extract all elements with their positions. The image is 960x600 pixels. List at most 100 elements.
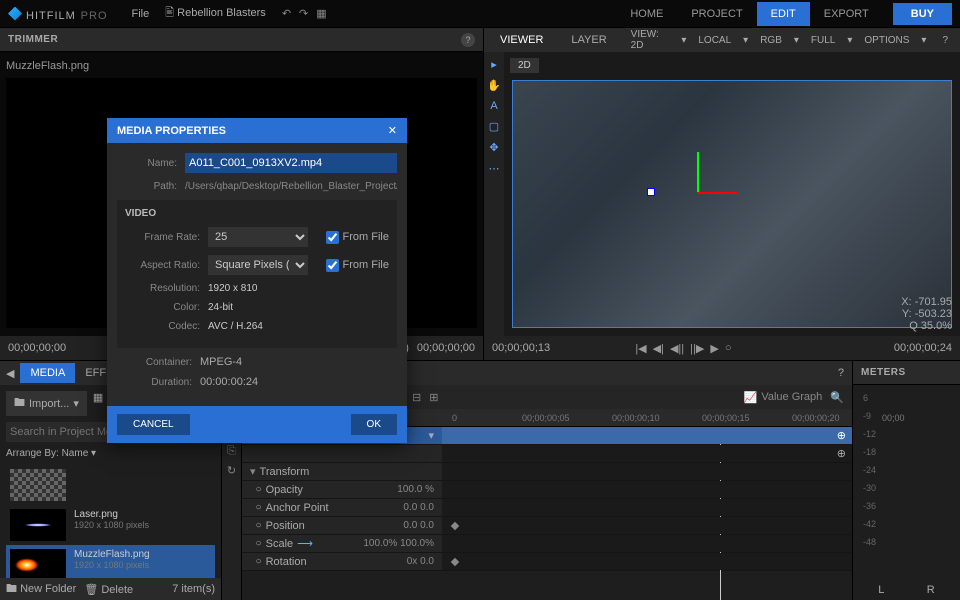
- crop-tool-icon[interactable]: ▢: [489, 120, 499, 133]
- redo-icon[interactable]: ↷: [299, 7, 308, 20]
- search-icon[interactable]: 🔍: [830, 391, 844, 404]
- video-section-title: VIDEO: [125, 208, 389, 219]
- refresh-icon[interactable]: ↻: [227, 464, 236, 477]
- name-label: Name:: [117, 158, 177, 169]
- trimmer-time-left: 00;00;00;00: [8, 342, 66, 354]
- gizmo-y-axis[interactable]: [697, 152, 699, 192]
- media-item[interactable]: Laser.png1920 x 1080 pixels: [6, 505, 215, 545]
- nav-home[interactable]: HOME: [616, 2, 677, 26]
- viewer-coords: X: -701.95 Y: -503.23 Q 35.0%: [901, 296, 952, 332]
- grid-icon[interactable]: ▦: [316, 7, 326, 20]
- media-item[interactable]: [6, 465, 215, 505]
- play-icon[interactable]: ||▶: [690, 342, 704, 355]
- goto-start-icon[interactable]: |◀: [635, 342, 646, 355]
- help-icon[interactable]: ?: [461, 33, 475, 47]
- trimmer-filename: MuzzleFlash.png: [6, 58, 477, 74]
- help-icon[interactable]: ?: [838, 367, 844, 379]
- new-folder-button[interactable]: 🖿 New Folder: [6, 580, 76, 599]
- view-mode[interactable]: VIEW: 2D: [627, 27, 674, 53]
- delete-button[interactable]: 🗑 Delete: [84, 583, 133, 596]
- tool3-icon[interactable]: ⊞: [429, 391, 438, 404]
- hand-tool-icon[interactable]: ✋: [487, 79, 501, 92]
- aspect-fromfile-checkbox[interactable]: [326, 259, 339, 272]
- meters-display: 6 -9 -12 -18 -24 -30 -36 -42 -48: [853, 385, 960, 580]
- value-graph-button[interactable]: 📈 Value Graph: [744, 391, 823, 404]
- framerate-select[interactable]: 25: [208, 227, 308, 247]
- duration-value: 00:00:00:24: [200, 376, 258, 388]
- trimmer-title: TRIMMER: [8, 34, 58, 45]
- play-back-icon[interactable]: ◀||: [670, 342, 684, 355]
- ok-button[interactable]: OK: [351, 414, 397, 435]
- nav-project[interactable]: PROJECT: [677, 2, 756, 26]
- app-name: HITFILM: [26, 10, 76, 22]
- track-transform[interactable]: ▾ Transform: [242, 463, 852, 481]
- aspect-select[interactable]: Square Pixels (1.0): [208, 255, 308, 275]
- import-button[interactable]: 🖿 Import... ▾: [6, 391, 87, 416]
- viewer-time-left: 00;00;00;13: [492, 342, 550, 354]
- more-tool-icon[interactable]: ⋯: [489, 162, 500, 175]
- track-opacity[interactable]: ○ Opacity100.0 %: [242, 481, 852, 499]
- viewer-tool-sidebar: ▸ ✋ A ▢ ✥ ⋯: [484, 52, 504, 336]
- keyframe-icon[interactable]: [451, 522, 459, 530]
- gizmo-x-axis[interactable]: [697, 192, 737, 194]
- templates-icon[interactable]: ▦: [93, 391, 103, 416]
- meters-panel: METERS 6 -9 -12 -18 -24 -30 -36 -42 -48 …: [852, 361, 960, 600]
- track-scale[interactable]: ○ Scale ⟶100.0% 100.0%: [242, 535, 852, 553]
- next-frame-icon[interactable]: ▶: [710, 342, 718, 355]
- keyframe-icon[interactable]: [451, 558, 459, 566]
- media-arrange[interactable]: Arrange By: Name ▾: [0, 442, 221, 465]
- tool2-icon[interactable]: ⊟: [412, 391, 421, 404]
- tab-media[interactable]: MEDIA: [20, 363, 75, 383]
- view-rgb[interactable]: RGB: [756, 33, 786, 48]
- undo-icon[interactable]: ↶: [282, 7, 291, 20]
- add-icon[interactable]: ⊕: [837, 429, 846, 442]
- close-icon[interactable]: ✕: [388, 124, 397, 137]
- media-properties-dialog: MEDIA PROPERTIES ✕ Name: Path: /Users/qb…: [107, 118, 407, 443]
- path-label: Path:: [117, 181, 177, 192]
- viewer-zoom[interactable]: Q 35.0%: [901, 320, 952, 332]
- cancel-button[interactable]: CANCEL: [117, 414, 190, 435]
- menu-file[interactable]: File: [124, 4, 158, 24]
- select-tool-icon[interactable]: ▸: [491, 58, 497, 71]
- help-icon[interactable]: ?: [938, 33, 952, 48]
- codec-value: AVC / H.264: [208, 321, 263, 332]
- view-full[interactable]: FULL: [807, 33, 839, 48]
- transport-controls: |◀ ◀| ◀|| ||▶ ▶ ○: [635, 342, 731, 355]
- viewer-2d-tab[interactable]: 2D: [510, 58, 539, 73]
- track-anchor[interactable]: ○ Anchor Point0.0 0.0: [242, 499, 852, 517]
- tabs-prev-icon[interactable]: ◀: [0, 363, 20, 384]
- add-icon[interactable]: ⊕: [837, 447, 846, 460]
- loop-icon[interactable]: ○: [725, 342, 732, 355]
- name-input[interactable]: [185, 153, 397, 173]
- nav-export[interactable]: EXPORT: [810, 2, 883, 26]
- collapse-icon[interactable]: ▾: [250, 465, 256, 478]
- tab-viewer[interactable]: VIEWER: [492, 30, 551, 50]
- track-position[interactable]: ○ Position0.0 0.0: [242, 517, 852, 535]
- media-thumb: [10, 469, 66, 501]
- container-value: MPEG-4: [200, 356, 242, 368]
- track-row[interactable]: ⊕: [242, 445, 852, 463]
- tab-layer[interactable]: LAYER: [563, 30, 614, 50]
- text-tool-icon[interactable]: A: [490, 100, 497, 112]
- buy-button[interactable]: BUY: [893, 3, 952, 25]
- app-logo: HITFILM PRO: [8, 6, 108, 22]
- view-local[interactable]: LOCAL: [694, 33, 735, 48]
- gizmo-handle[interactable]: [647, 188, 655, 196]
- view-options[interactable]: OPTIONS: [860, 33, 913, 48]
- media-item[interactable]: MuzzleFlash.png1920 x 1080 pixels: [6, 545, 215, 578]
- project-name[interactable]: 🖹 Rebellion Blasters: [157, 0, 274, 27]
- color-value: 24-bit: [208, 302, 233, 313]
- media-thumb: [10, 509, 66, 541]
- logo-icon: [8, 7, 22, 21]
- move-tool-icon[interactable]: ✥: [489, 141, 498, 154]
- viewer-time-right: 00;00;00;24: [894, 342, 952, 354]
- viewer-canvas[interactable]: [512, 80, 952, 328]
- framerate-fromfile-checkbox[interactable]: [326, 231, 339, 244]
- meters-title: METERS: [861, 367, 906, 378]
- link-icon[interactable]: ⎘: [227, 445, 236, 458]
- track-rotation[interactable]: ○ Rotation0x 0.0: [242, 553, 852, 571]
- dialog-title: MEDIA PROPERTIES: [117, 125, 226, 137]
- prev-frame-icon[interactable]: ◀|: [653, 342, 664, 355]
- timeline-tracks: ✎ ▢ None▾ ⊕ ⊕ ▾ Transform ○ Opacity100.0…: [242, 427, 852, 600]
- nav-edit[interactable]: EDIT: [757, 2, 810, 26]
